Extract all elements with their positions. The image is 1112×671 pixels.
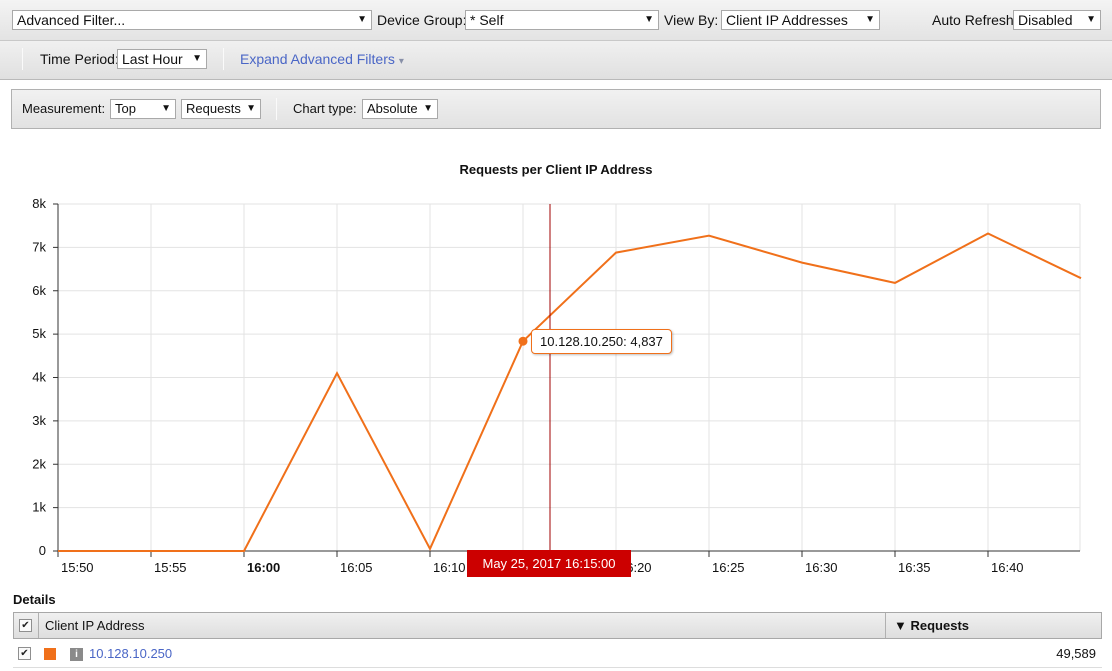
x-tick-label: 15:50	[61, 560, 94, 575]
client-ip-link[interactable]: 10.128.10.250	[89, 646, 172, 661]
series-color-swatch	[44, 648, 56, 660]
x-tick-label: 16:40	[991, 560, 1024, 575]
y-tick-label: 4k	[32, 370, 46, 385]
y-tick-label: 5k	[32, 326, 46, 341]
x-tick-label: 16:25	[712, 560, 745, 575]
y-tick-label: 1k	[32, 500, 46, 515]
y-tick-label: 8k	[32, 196, 46, 211]
details-table-header: ✔ Client IP Address ▼ Requests	[13, 612, 1102, 639]
requests-value: 49,589	[1056, 646, 1096, 661]
y-tick-label: 2k	[32, 456, 46, 471]
y-tick-label: 7k	[32, 239, 46, 254]
table-row: ✔ i 10.128.10.250 49,589	[13, 640, 1102, 668]
y-tick-label: 0	[39, 543, 46, 558]
column-header-client-ip[interactable]: Client IP Address	[45, 613, 144, 638]
column-header-requests[interactable]: ▼ Requests	[894, 613, 969, 638]
select-all-checkbox[interactable]: ✔	[19, 619, 32, 632]
y-tick-label: 6k	[32, 283, 46, 298]
info-icon[interactable]: i	[70, 648, 83, 661]
x-tick-label: 16:00	[247, 560, 280, 575]
x-tick-label: 16:35	[898, 560, 931, 575]
row-checkbox[interactable]: ✔	[18, 647, 31, 660]
chart-tooltip: 10.128.10.250: 4,837	[531, 329, 672, 354]
divider	[885, 613, 886, 638]
x-tick-label: 16:10	[433, 560, 466, 575]
crosshair-time-label: May 25, 2017 16:15:00	[467, 550, 631, 577]
divider	[38, 613, 39, 638]
data-point	[518, 336, 528, 346]
x-tick-label: 16:30	[805, 560, 838, 575]
details-heading: Details	[13, 592, 56, 607]
x-tick-label: 15:55	[154, 560, 187, 575]
requests-line-chart[interactable]: 0 1k 2k 3k 4k 5k 6k 7k 8k 15:50 15:55 16:00 16:05 16:…	[0, 0, 1112, 590]
x-tick-label: 16:05	[340, 560, 373, 575]
y-tick-label: 3k	[32, 413, 46, 428]
series-line	[58, 232, 1082, 552]
